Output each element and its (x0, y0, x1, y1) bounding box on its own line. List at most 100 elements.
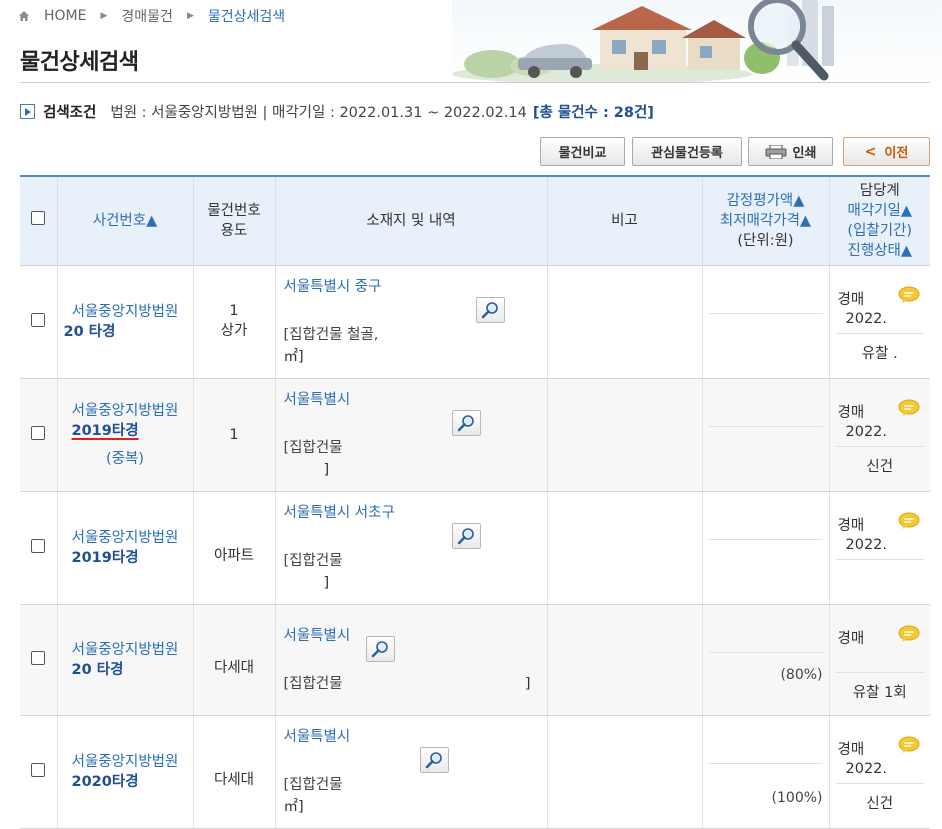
status-cell: 경매 2022. 신건 (829, 715, 930, 829)
zoom-button[interactable] (365, 635, 395, 662)
case-cell[interactable]: 서울중앙지방법원 2019타경 (57, 491, 194, 605)
sale-date: 2022. (845, 310, 888, 327)
case-number-link[interactable]: 2020타경 (58, 772, 193, 792)
row-checkbox[interactable] (31, 312, 46, 327)
item-cell: 다세대 (193, 715, 276, 829)
chevron-right-icon: ▶ (100, 11, 108, 21)
min-price-sort[interactable]: 최저매각가격▲ (704, 211, 828, 231)
court-name[interactable]: 서울중앙지방법원 (58, 528, 193, 548)
court-name[interactable]: 서울중앙지방법원 (58, 752, 193, 772)
case-cell[interactable]: 서울중앙지방법원 20 타경 (57, 265, 194, 379)
court-name[interactable]: 서울중앙지방법원 (58, 302, 193, 322)
sale-date: 2022. (845, 760, 888, 777)
total-count: [총 물건수 : 28건] (532, 105, 654, 121)
title-divider (20, 82, 930, 83)
select-all-cell (20, 175, 58, 266)
speech-bubble-icon[interactable] (898, 625, 920, 643)
speech-bubble-icon[interactable] (898, 286, 920, 304)
address-link[interactable]: 서울특별시 중구 (284, 276, 539, 298)
case-cell[interactable]: 서울중앙지방법원 2019타경 (중복) (57, 378, 194, 492)
magnifier-icon (425, 751, 442, 768)
table-header-row: 사건번호▲ 물건번호 용도 소재지 및 내역 비고 감정평가액▲ 최저매각가격▲ (단… (20, 175, 930, 266)
court-name[interactable]: 서울중앙지방법원 (58, 401, 193, 421)
property-area: ] (524, 675, 531, 692)
item-cell: 1 상가 (193, 265, 276, 379)
location-cell: 서울특별시 [집합건물] (275, 604, 548, 716)
row-checkbox[interactable] (31, 425, 46, 440)
appraisal-sort[interactable]: 감정평가액▲ (704, 191, 828, 211)
use-label: 용도 (220, 222, 248, 239)
property-area: ] (323, 461, 330, 478)
note-header: 비고 (547, 175, 703, 266)
select-all-checkbox[interactable] (31, 210, 46, 225)
price-cell: (80%) (702, 604, 830, 716)
speech-bubble-icon[interactable] (898, 399, 920, 417)
address-link[interactable]: 서울특별시 (284, 726, 539, 748)
row-checkbox[interactable] (31, 538, 46, 553)
progress-sort[interactable]: 진행상태▲ (831, 241, 930, 261)
dept-label: 담당계 (859, 182, 900, 199)
zoom-button[interactable] (451, 522, 481, 549)
address-link[interactable]: 서울특별시 서초구 (284, 502, 539, 524)
status-header[interactable]: 담당계매각기일▲ (입찰기간) 진행상태▲ (829, 175, 930, 266)
print-button[interactable]: 인쇄 (748, 137, 833, 166)
case-number-link[interactable]: 20 타경 (58, 660, 193, 680)
price-cell (702, 265, 830, 379)
sale-date-sort[interactable]: 매각기일▲ (831, 201, 930, 221)
item-number: 1 (229, 426, 239, 443)
price-cell (702, 491, 830, 605)
zoom-button[interactable] (451, 409, 481, 436)
speech-bubble-icon[interactable] (898, 512, 920, 530)
item-number-label: 물건번호 (207, 202, 261, 219)
bid-period-label: (입찰기간) (847, 222, 913, 239)
breadcrumb-level1[interactable]: 경매물건 (121, 6, 173, 26)
address-link[interactable]: 서울특별시 (284, 389, 539, 411)
unit-label: (단위:원) (737, 232, 794, 249)
case-cell[interactable]: 서울중앙지방법원 20 타경 (57, 604, 194, 716)
note-cell (547, 715, 703, 829)
compare-button[interactable]: 물건비교 (540, 137, 625, 166)
progress-status: 유찰 . (861, 345, 898, 362)
table-row: 서울중앙지방법원 20 타경 1 상가 서울특별시 중구 [집합건물 철골, ㎡] … (20, 265, 930, 379)
sale-date: 2022. (845, 423, 888, 440)
property-detail: [집합건물 철골, (283, 326, 379, 343)
court-name[interactable]: 서울중앙지방법원 (58, 640, 193, 660)
row-checkbox[interactable] (31, 650, 46, 665)
case-number-link[interactable]: 20 타경 (58, 322, 193, 342)
table-row: 서울중앙지방법원 2020타경 다세대 서울특별시 [집합건물 ㎡] (100%)… (20, 715, 930, 829)
note-cell (547, 265, 703, 379)
status-cell: 경매 유찰 1회 (829, 604, 930, 716)
dept-text: 경매 (837, 404, 865, 421)
results-table: 사건번호▲ 물건번호 용도 소재지 및 내역 비고 감정평가액▲ 최저매각가격▲ (단… (20, 175, 930, 829)
item-use: 아파트 (213, 548, 255, 564)
printer-icon (765, 144, 787, 159)
table-row: 서울중앙지방법원 2019타경 (중복) 1 서울특별시 [집합건물 ] 경매 202… (20, 378, 930, 492)
address-link[interactable]: 서울특별시 (284, 625, 539, 647)
note-cell (547, 378, 703, 492)
case-number-header[interactable]: 사건번호▲ (57, 175, 194, 266)
row-select-cell (20, 604, 58, 716)
add-interest-button[interactable]: 관심물건등록 (632, 137, 742, 166)
case-cell[interactable]: 서울중앙지방법원 2020타경 (57, 715, 194, 829)
zoom-button[interactable] (419, 746, 449, 773)
house-banner-image (452, 0, 942, 82)
breadcrumb-home[interactable]: HOME (44, 8, 86, 24)
row-select-cell (20, 491, 58, 605)
magnifier-icon (457, 414, 474, 431)
row-checkbox[interactable] (31, 762, 46, 777)
sale-date: 2022. (845, 536, 888, 553)
case-number-link[interactable]: 2019타경 (58, 548, 193, 568)
prev-button[interactable]: < 이전 (843, 137, 930, 166)
row-select-cell (20, 378, 58, 492)
zoom-button[interactable] (475, 296, 505, 323)
item-cell: 아파트 (193, 491, 276, 605)
status-cell: 경매 2022. (829, 491, 930, 605)
property-detail: [집합건물 (283, 776, 343, 793)
table-row: 서울중앙지방법원 20 타경 다세대 서울특별시 [집합건물] (80%) 경매 … (20, 604, 930, 716)
item-use: 다세대 (213, 660, 255, 676)
row-select-cell (20, 715, 58, 829)
status-cell: 경매 2022. 신건 (829, 378, 930, 492)
speech-bubble-icon[interactable] (898, 736, 920, 754)
case-number-link[interactable]: 2019타경 (58, 421, 193, 441)
price-header[interactable]: 감정평가액▲ 최저매각가격▲ (단위:원) (702, 175, 830, 266)
